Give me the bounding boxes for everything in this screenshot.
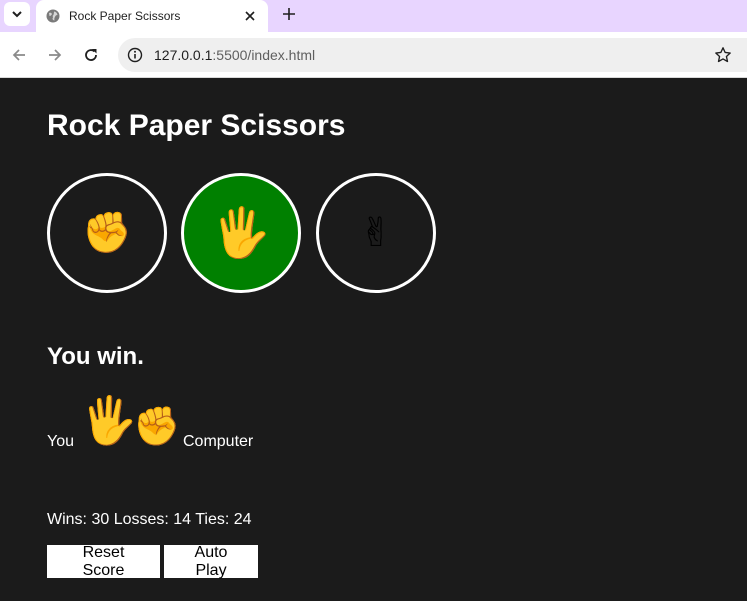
bookmark-star-icon[interactable] <box>713 45 733 65</box>
result-text: You win. <box>47 343 144 370</box>
site-info-icon[interactable] <box>126 46 144 64</box>
arrow-right-icon <box>49 49 62 61</box>
raised-hand-icon: 🖐 <box>211 205 271 261</box>
reload-icon <box>85 49 97 61</box>
browser-toolbar: 127.0.0.1:5500/index.html <box>0 32 747 78</box>
globe-icon <box>46 9 60 23</box>
tab-search-button[interactable] <box>4 2 30 26</box>
player-label: You <box>47 433 74 450</box>
victory-hand-icon: ✌ <box>359 210 393 256</box>
raised-fist-icon: ✊ <box>82 210 132 256</box>
address-bar[interactable]: 127.0.0.1:5500/index.html <box>118 38 747 72</box>
plus-icon <box>283 8 295 20</box>
chevron-down-icon <box>12 11 22 18</box>
url-host: 127.0.0.1 <box>154 47 213 63</box>
url-text: 127.0.0.1:5500/index.html <box>154 47 315 63</box>
back-button[interactable] <box>7 43 31 67</box>
auto-play-button[interactable]: Auto Play <box>164 544 258 579</box>
reload-button[interactable] <box>79 43 103 67</box>
page-title: Rock Paper Scissors <box>47 109 346 142</box>
tab-strip: Rock Paper Scissors <box>0 0 747 32</box>
reset-score-button[interactable]: Reset Score <box>47 544 160 579</box>
browser-tab[interactable]: Rock Paper Scissors <box>36 0 268 32</box>
computer-move-icon: ✊ <box>133 404 181 448</box>
player-move-icon: 🖐 <box>80 393 138 447</box>
scissors-button[interactable]: ✌ <box>316 173 436 293</box>
forward-button[interactable] <box>43 43 67 67</box>
paper-button[interactable]: 🖐 <box>181 173 301 293</box>
close-tab-icon[interactable] <box>242 8 258 24</box>
page-content: Rock Paper Scissors ✊ 🖐 ✌ You win. You 🖐… <box>0 79 747 601</box>
tab-title: Rock Paper Scissors <box>69 9 181 23</box>
arrow-left-icon <box>12 49 25 61</box>
url-path: :5500/index.html <box>212 47 316 63</box>
computer-label: Computer <box>183 433 254 450</box>
rock-button[interactable]: ✊ <box>47 173 167 293</box>
score-text: Wins: 30 Losses: 14 Ties: 24 <box>47 511 252 528</box>
moves-display: You 🖐 ✊ Computer <box>47 389 347 455</box>
new-tab-button[interactable] <box>278 3 300 25</box>
